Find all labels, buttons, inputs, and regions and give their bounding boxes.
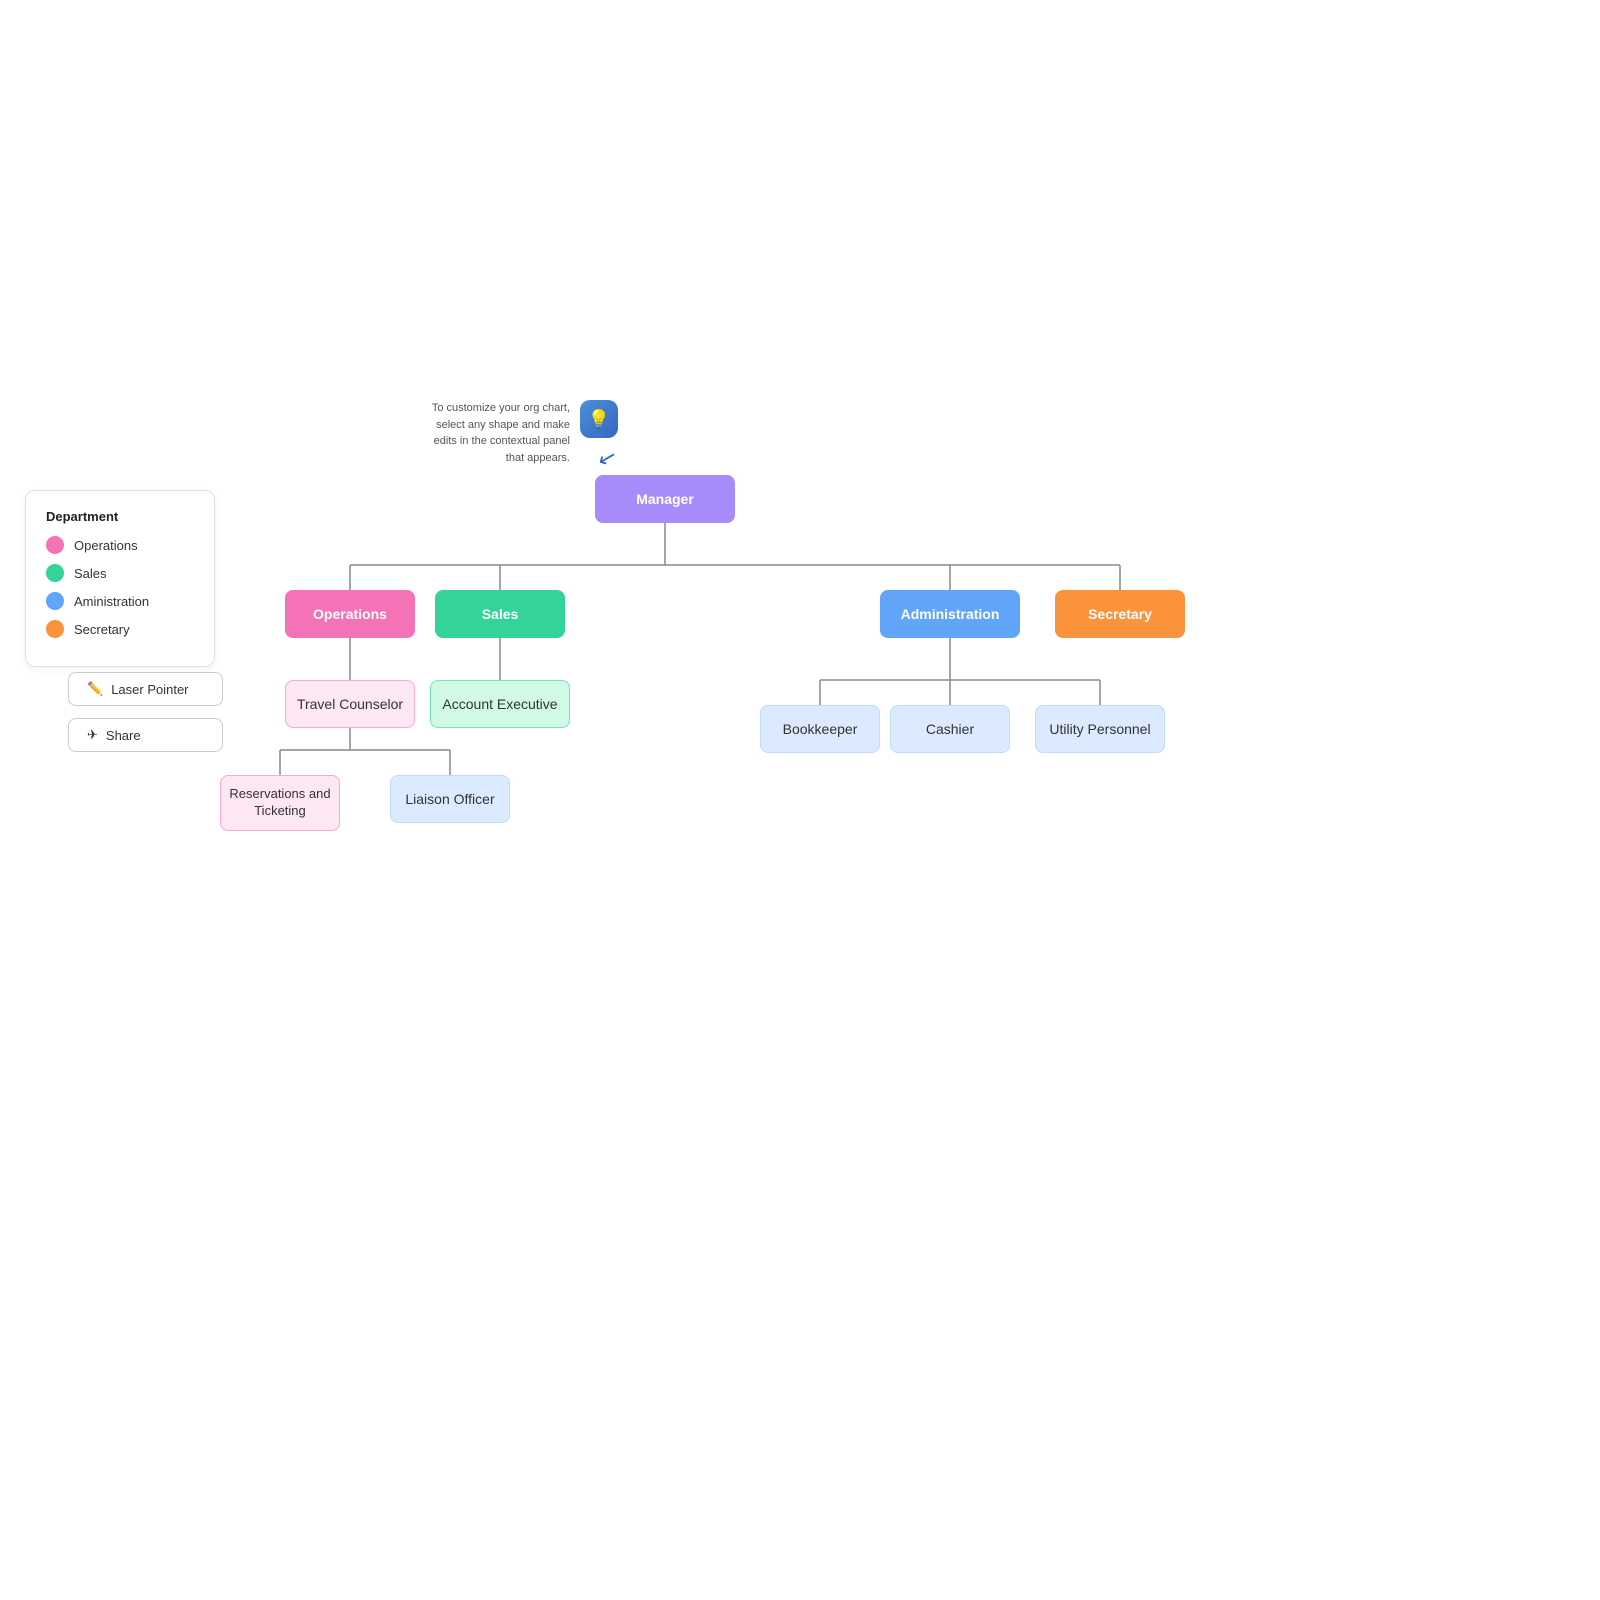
legend-label-sales: Sales — [74, 566, 107, 581]
legend-item-secretary: Secretary — [46, 620, 194, 638]
legend-item-operations: Operations — [46, 536, 194, 554]
tooltip-text: To customize your org chart, select any … — [430, 400, 570, 466]
utility-personnel-label: Utility Personnel — [1049, 720, 1150, 738]
legend-title: Department — [46, 509, 194, 524]
manager-node[interactable]: Manager — [595, 475, 735, 523]
liaison-officer-node[interactable]: Liaison Officer — [390, 775, 510, 823]
org-wrap: Manager Operations Sales Administration … — [250, 475, 1350, 905]
travel-counselor-label: Travel Counselor — [297, 695, 403, 713]
lightbulb-icon: 💡 — [580, 400, 618, 438]
secretary-top-node[interactable]: Secretary — [1055, 590, 1185, 638]
laser-pointer-icon: ✏️ — [87, 681, 103, 697]
tooltip-container: To customize your org chart, select any … — [430, 400, 618, 466]
account-executive-node[interactable]: Account Executive — [430, 680, 570, 728]
bookkeeper-label: Bookkeeper — [783, 720, 858, 738]
reservations-ticketing-node[interactable]: Reservations and Ticketing — [220, 775, 340, 831]
administration-node[interactable]: Administration — [880, 590, 1020, 638]
connector-lines — [250, 475, 1350, 905]
sales-node[interactable]: Sales — [435, 590, 565, 638]
account-executive-label: Account Executive — [442, 695, 557, 713]
secretary-top-label: Secretary — [1088, 605, 1152, 623]
utility-personnel-node[interactable]: Utility Personnel — [1035, 705, 1165, 753]
administration-label: Administration — [901, 605, 1000, 623]
laser-pointer-label: Laser Pointer — [111, 682, 188, 697]
bookkeeper-node[interactable]: Bookkeeper — [760, 705, 880, 753]
share-icon: ✈ — [87, 727, 98, 743]
org-chart: Manager Operations Sales Administration … — [250, 475, 1500, 905]
sales-label: Sales — [482, 605, 519, 623]
secretary-dot — [46, 620, 64, 638]
administration-dot — [46, 592, 64, 610]
share-button[interactable]: ✈ Share — [68, 718, 223, 752]
laser-pointer-button[interactable]: ✏️ Laser Pointer — [68, 672, 223, 706]
operations-label: Operations — [313, 605, 387, 623]
share-label: Share — [106, 728, 141, 743]
legend-label-operations: Operations — [74, 538, 138, 553]
legend-panel: Department Operations Sales Aministratio… — [25, 490, 215, 667]
manager-label: Manager — [636, 490, 694, 508]
cashier-label: Cashier — [926, 720, 974, 738]
travel-counselor-node[interactable]: Travel Counselor — [285, 680, 415, 728]
legend-label-secretary: Secretary — [74, 622, 130, 637]
sales-dot — [46, 564, 64, 582]
liaison-officer-label: Liaison Officer — [405, 790, 494, 808]
operations-dot — [46, 536, 64, 554]
legend-item-administration: Aministration — [46, 592, 194, 610]
operations-node[interactable]: Operations — [285, 590, 415, 638]
reservations-ticketing-label: Reservations and Ticketing — [229, 786, 331, 820]
legend-label-administration: Aministration — [74, 594, 149, 609]
legend-item-sales: Sales — [46, 564, 194, 582]
cashier-node[interactable]: Cashier — [890, 705, 1010, 753]
